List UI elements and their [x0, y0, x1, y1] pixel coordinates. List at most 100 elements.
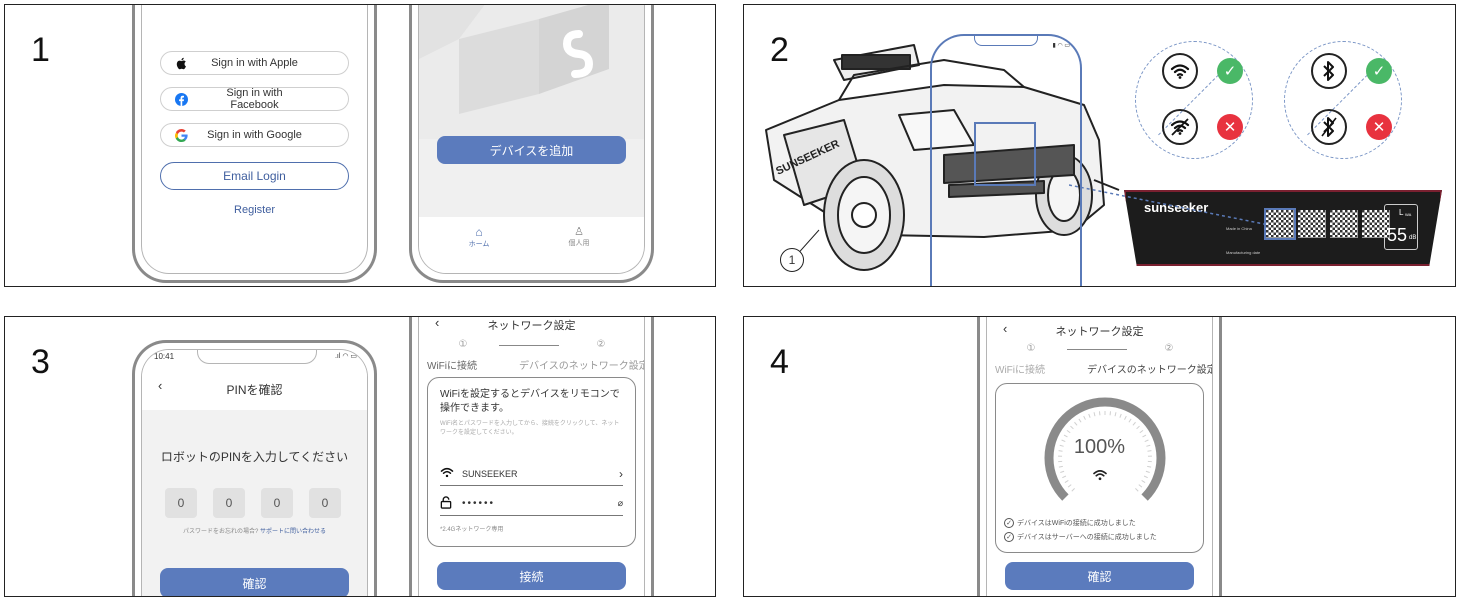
panel-step-1: 1 Sign in with Apple Sign in with Facebo… — [4, 4, 716, 287]
phone-notch — [974, 36, 1038, 46]
confirm-button[interactable]: 確認 — [160, 568, 349, 596]
home-phone: デバイスを追加 ⌂ ホーム ♙ 個人用 — [409, 5, 654, 283]
pin-prompt: ロボットのPINを入力してください — [160, 450, 349, 464]
eye-off-icon[interactable]: ⌀ — [618, 498, 623, 509]
pin-digit[interactable]: 0 — [165, 488, 197, 518]
intro-text: WiFi名とパスワードを入力してから、接続をクリックして、ネットワークを設定して… — [440, 421, 620, 436]
wifi-ssid-field[interactable]: SUNSEEKER › — [440, 462, 623, 486]
gauge-tick — [1066, 429, 1071, 434]
email-login-button[interactable]: Email Login — [160, 162, 349, 190]
gauge-tick — [1135, 488, 1139, 492]
network-screen: ‹ ネットワーク設定 ① ② WiFiに接続 デバイスのネットワーク設定 WiF… — [418, 317, 645, 596]
google-signin-label: Sign in with Google — [207, 129, 302, 141]
register-link[interactable]: Register — [142, 204, 367, 216]
success-message-server: ✓ デバイスはサーバーへの接続に成功しました — [1004, 532, 1157, 542]
cross-icon: ✕ — [1217, 114, 1243, 140]
bottom-tab-bar: ⌂ ホーム ♙ 個人用 — [419, 217, 644, 273]
gauge-tick — [1083, 415, 1086, 420]
wifi-form-card: WiFiを設定するとデバイスをリモコンで操作できます。 WiFi名とパスワードを… — [427, 377, 636, 547]
add-device-button[interactable]: デバイスを追加 — [437, 136, 626, 164]
gauge-tick — [1136, 425, 1140, 430]
noise-badge: L WA 55 dB — [1384, 204, 1418, 250]
wifi-password-field[interactable]: •••••• ⌀ — [440, 492, 623, 516]
apple-signin-label: Sign in with Apple — [211, 57, 298, 69]
success-message-wifi: ✓ デバイスはWiFiの接続に成功しました — [1004, 518, 1136, 528]
step-1-label: WiFiに接続 — [427, 361, 477, 372]
phone-notch — [197, 350, 317, 364]
lock-icon — [440, 495, 462, 512]
chevron-right-icon: › — [619, 466, 623, 481]
check-icon: ✓ — [1217, 58, 1243, 84]
password-value: •••••• — [462, 498, 496, 509]
network-note: *2.4Gネットワーク専用 — [440, 527, 504, 533]
check-circle-icon: ✓ — [1004, 518, 1014, 528]
tab-personal-label: 個人用 — [568, 240, 590, 247]
home-screen: デバイスを追加 ⌂ ホーム ♙ 個人用 — [418, 5, 645, 274]
noise-unit: dB — [1409, 235, 1417, 241]
step-2-label: デバイスのネットワーク設定 — [519, 361, 645, 372]
progress-percent: 100% — [1073, 436, 1126, 458]
apple-signin-button[interactable]: Sign in with Apple — [160, 51, 349, 75]
success-message-server-text: デバイスはサーバーへの接続に成功しました — [1017, 534, 1157, 541]
person-icon: ♙ — [574, 226, 584, 238]
gauge-tick — [1093, 412, 1096, 417]
panel-step-2: 2 SUNSEEKER 1 ▮ ◠ ▭ ✓ ✕ ✓ ✕ sunseeker Ma… — [743, 4, 1456, 287]
status-icons: ▮ ◠ ▭ — [1052, 43, 1070, 49]
progress-phone: ‹ ネットワーク設定 ① ② WiFiに接続 デバイスのネットワーク設定 100… — [977, 317, 1222, 596]
wifi-icon — [1162, 53, 1198, 89]
step-number: 3 — [31, 343, 50, 381]
network-phone: ‹ ネットワーク設定 ① ② WiFiに接続 デバイスのネットワーク設定 WiF… — [409, 317, 654, 596]
forgot-password-text: パスワードをお忘れの場合? — [182, 529, 259, 535]
progress-screen: ‹ ネットワーク設定 ① ② WiFiに接続 デバイスのネットワーク設定 100… — [986, 317, 1213, 596]
step-number: 4 — [770, 343, 789, 381]
facebook-signin-button[interactable]: Sign in with Facebook — [160, 87, 349, 111]
apple-icon — [161, 57, 201, 70]
step-1-indicator: ① — [1026, 343, 1036, 354]
check-icon: ✓ — [1366, 58, 1392, 84]
pin-phone: 10:41 .ıl ◠ ▭ ‹ PINを確認 ロボットのPINを入力してください… — [132, 340, 377, 596]
progress-card: 100% ✓ デバイスはWiFiの接続に成功しました ✓ デバイスはサーバーへの… — [995, 383, 1204, 553]
gauge-tick — [1114, 412, 1117, 417]
step-2-indicator: ② — [1164, 343, 1174, 354]
step-2-indicator: ② — [596, 339, 606, 350]
facebook-icon — [161, 92, 201, 106]
google-icon — [161, 128, 201, 142]
gauge-tick — [1124, 415, 1127, 420]
scan-phone: ▮ ◠ ▭ — [930, 34, 1082, 286]
page-title: PINを確認 — [226, 383, 283, 397]
confirm-button[interactable]: 確認 — [1005, 562, 1194, 590]
bluetooth-off-icon — [1311, 109, 1347, 145]
intro-title: WiFiを設定するとデバイスをリモコンで操作できます。 — [440, 389, 620, 414]
pin-digit[interactable]: 0 — [213, 488, 245, 518]
cross-icon: ✕ — [1366, 114, 1392, 140]
label-pointer — [1069, 184, 1269, 226]
page-title: ネットワーク設定 — [1055, 326, 1144, 338]
ssid-value: SUNSEEKER — [462, 468, 518, 479]
pin-screen: 10:41 .ıl ◠ ▭ ‹ PINを確認 ロボットのPINを入力してください… — [141, 349, 368, 596]
noise-sub: WA — [1405, 212, 1412, 217]
gauge-tick — [1071, 488, 1075, 492]
gauge-tick — [1132, 421, 1136, 426]
forgot-password-row: パスワードをお忘れの場合? サポートに問い合わせる — [142, 526, 367, 535]
step-1-indicator: ① — [458, 339, 468, 350]
gauge-tick — [1139, 429, 1144, 434]
panel-step-3: 3 10:41 .ıl ◠ ▭ ‹ PINを確認 ロボットのPINを入力してくだ… — [4, 316, 716, 597]
contact-support-link[interactable]: サポートに問い合わせる — [260, 529, 326, 535]
pin-digit[interactable]: 0 — [261, 488, 293, 518]
step-2-label: デバイスのネットワーク設定 — [1087, 365, 1213, 376]
scan-frame — [974, 122, 1036, 186]
pin-digit[interactable]: 0 — [309, 488, 341, 518]
step-number: 1 — [31, 31, 50, 69]
gauge-tick — [1070, 425, 1074, 430]
wifi-icon — [996, 468, 1203, 486]
success-message-wifi-text: デバイスはWiFiの接続に成功しました — [1017, 520, 1136, 527]
connect-button[interactable]: 接続 — [437, 562, 626, 590]
step-1-label: WiFiに接続 — [995, 365, 1045, 376]
google-signin-button[interactable]: Sign in with Google — [160, 123, 349, 147]
tab-personal[interactable]: ♙ 個人用 — [549, 225, 609, 248]
bluetooth-icon — [1311, 53, 1347, 89]
tab-home[interactable]: ⌂ ホーム — [449, 225, 509, 249]
noise-symbol: L — [1399, 208, 1404, 217]
qr-code — [1298, 210, 1326, 238]
status-icons: .ıl ◠ ▭ — [334, 353, 357, 360]
